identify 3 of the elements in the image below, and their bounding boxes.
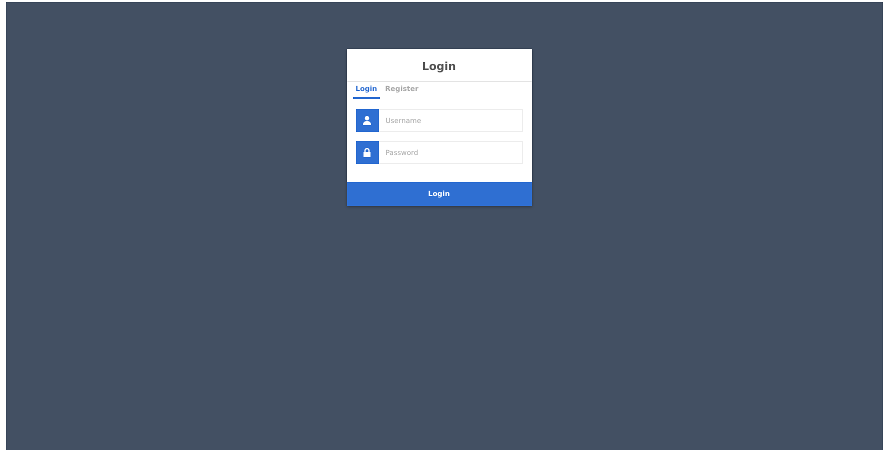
lock-icon [356, 141, 378, 164]
user-icon [356, 109, 378, 132]
card-title: Login [346, 49, 532, 82]
